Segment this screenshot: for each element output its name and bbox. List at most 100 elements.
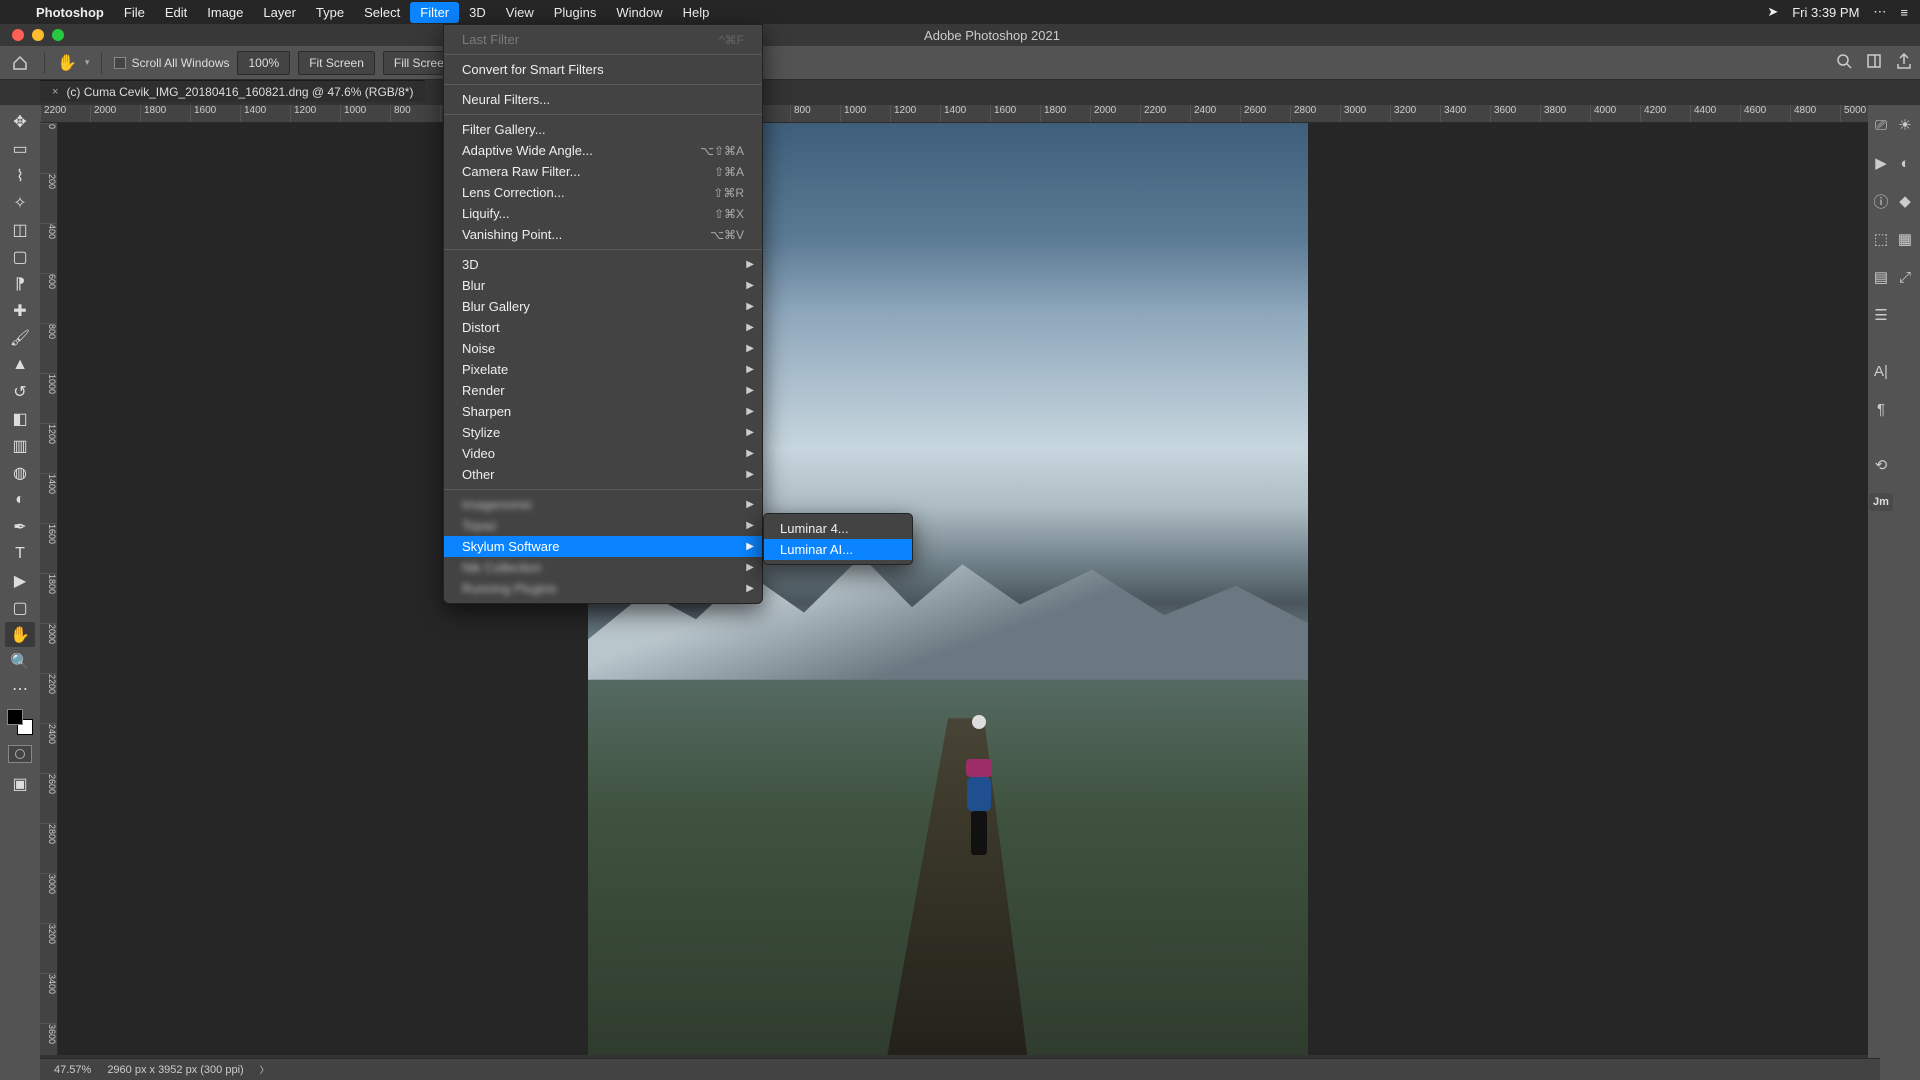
menu-image[interactable]: Image	[197, 2, 253, 23]
path-select-tool[interactable]: ▶	[5, 568, 35, 593]
menu-camera-raw-filter[interactable]: Camera Raw Filter...⇧⌘A	[444, 161, 762, 182]
paragraph-panel-icon[interactable]: ¶	[1871, 399, 1891, 419]
menu-distort-submenu[interactable]: Distort▶	[444, 317, 762, 338]
styles-panel-icon[interactable]: ◐	[1895, 153, 1915, 173]
paper-plane-icon[interactable]: ➤	[1767, 4, 1778, 20]
zoom-window-button[interactable]	[52, 29, 64, 41]
properties-panel-icon[interactable]: ▤	[1871, 267, 1891, 287]
search-icon[interactable]	[1836, 53, 1852, 72]
submenu-luminar-ai[interactable]: Luminar AI...	[764, 539, 912, 560]
menu-stylize-submenu[interactable]: Stylize▶	[444, 422, 762, 443]
menu-plugin-blurred-2[interactable]: Topaz▶	[444, 515, 762, 536]
gradient-tool[interactable]: ▥	[5, 433, 35, 458]
menu-select[interactable]: Select	[354, 2, 410, 23]
tool-preset-chevron-icon[interactable]: ▾	[85, 57, 90, 68]
menu-liquify[interactable]: Liquify...⇧⌘X	[444, 203, 762, 224]
menu-plugins[interactable]: Plugins	[544, 2, 607, 23]
menu-blur-gallery-submenu[interactable]: Blur Gallery▶	[444, 296, 762, 317]
scroll-all-windows-checkbox[interactable]: Scroll All Windows	[114, 56, 229, 70]
menu-layer[interactable]: Layer	[253, 2, 306, 23]
blur-tool[interactable]: ◍	[5, 460, 35, 485]
swatches-panel-icon[interactable]: ⬚	[1871, 229, 1891, 249]
quickmask-toggle[interactable]	[8, 745, 32, 763]
menu-list-icon[interactable]: ≡	[1900, 5, 1908, 20]
menu-filter[interactable]: Filter	[410, 2, 459, 23]
eyedropper-tool[interactable]: ⁋	[5, 271, 35, 296]
move-tool[interactable]: ✥	[5, 109, 35, 134]
menu-plugin-blurred-3[interactable]: Nik Collection▶	[444, 557, 762, 578]
share-icon[interactable]	[1896, 53, 1912, 72]
submenu-luminar-4[interactable]: Luminar 4...	[764, 518, 912, 539]
brush-tool[interactable]: 🖌	[5, 325, 35, 350]
screenmode-toggle[interactable]: ▣	[5, 771, 35, 796]
workspace-icon[interactable]	[1866, 53, 1882, 72]
menu-3d[interactable]: 3D	[459, 2, 496, 23]
layers-panel-icon[interactable]: ◆	[1895, 191, 1915, 211]
heal-tool[interactable]: ✚	[5, 298, 35, 323]
pen-tool[interactable]: ✒	[5, 514, 35, 539]
close-window-button[interactable]	[12, 29, 24, 41]
hand-tool[interactable]: ✋	[5, 622, 35, 647]
menu-plugin-blurred-1[interactable]: Imagenomic▶	[444, 494, 762, 515]
zoom-tool[interactable]: 🔍	[5, 649, 35, 674]
lasso-tool[interactable]: ⌇	[5, 163, 35, 188]
menu-skylum-software[interactable]: Skylum Software▶	[444, 536, 762, 557]
menu-render-submenu[interactable]: Render▶	[444, 380, 762, 401]
menu-file[interactable]: File	[114, 2, 155, 23]
menu-blur-submenu[interactable]: Blur▶	[444, 275, 762, 296]
histogram-panel-icon[interactable]: ⎚	[1871, 115, 1891, 135]
character-panel-icon[interactable]: A|	[1871, 361, 1891, 381]
menu-neural-filters[interactable]: Neural Filters...	[444, 89, 762, 110]
menu-other-submenu[interactable]: Other▶	[444, 464, 762, 485]
navigator-panel-icon[interactable]: ▶	[1871, 153, 1891, 173]
spotlight-icon[interactable]: ⋯	[1873, 4, 1886, 20]
stamp-tool[interactable]: ▲	[5, 352, 35, 377]
status-dimensions[interactable]: 2960 px x 3952 px (300 ppi)	[107, 1064, 243, 1076]
dodge-tool[interactable]: ◐	[5, 487, 35, 512]
edit-toolbar[interactable]: ⋯	[5, 676, 35, 701]
menu-view[interactable]: View	[496, 2, 544, 23]
document-tab[interactable]: × (c) Cuma Cevik_IMG_20180416_160821.dng…	[40, 80, 425, 102]
menu-edit[interactable]: Edit	[155, 2, 197, 23]
eraser-tool[interactable]: ◧	[5, 406, 35, 431]
menu-type[interactable]: Type	[306, 2, 354, 23]
menu-sharpen-submenu[interactable]: Sharpen▶	[444, 401, 762, 422]
menu-window[interactable]: Window	[606, 2, 672, 23]
menu-help[interactable]: Help	[673, 2, 720, 23]
marquee-tool[interactable]: ▭	[5, 136, 35, 161]
menu-noise-submenu[interactable]: Noise▶	[444, 338, 762, 359]
frame-tool[interactable]: ▢	[5, 244, 35, 269]
close-tab-icon[interactable]: ×	[52, 86, 58, 98]
menu-adaptive-wide-angle[interactable]: Adaptive Wide Angle...⌥⇧⌘A	[444, 140, 762, 161]
crop-tool[interactable]: ◫	[5, 217, 35, 242]
menu-convert-smart-filters[interactable]: Convert for Smart Filters	[444, 59, 762, 80]
status-chevron-icon[interactable]: 〉	[260, 1063, 269, 1076]
hand-tool-icon[interactable]: ✋	[57, 53, 77, 73]
type-tool[interactable]: T	[5, 541, 35, 566]
status-zoom[interactable]: 47.57%	[54, 1064, 91, 1076]
menu-plugin-blurred-4[interactable]: Running Plugins▶	[444, 578, 762, 599]
zoom-100-button[interactable]: 100%	[237, 51, 290, 75]
align-panel-icon[interactable]: ⤢	[1895, 267, 1915, 287]
menu-app[interactable]: Photoshop	[26, 2, 114, 23]
custom-panel-icon[interactable]: Jm	[1869, 493, 1893, 511]
canvas-area[interactable]	[58, 123, 1868, 1055]
shape-tool[interactable]: ▢	[5, 595, 35, 620]
vertical-ruler[interactable]: 0200400600800100012001400160018002000220…	[40, 123, 58, 1055]
actions-panel-icon[interactable]: ⟲	[1871, 455, 1891, 475]
menu-lens-correction[interactable]: Lens Correction...⇧⌘R	[444, 182, 762, 203]
minimize-window-button[interactable]	[32, 29, 44, 41]
wand-tool[interactable]: ✧	[5, 190, 35, 215]
color-swatches[interactable]	[7, 709, 33, 735]
fit-screen-button[interactable]: Fit Screen	[298, 51, 375, 75]
menu-3d-submenu[interactable]: 3D▶	[444, 254, 762, 275]
menu-video-submenu[interactable]: Video▶	[444, 443, 762, 464]
menu-vanishing-point[interactable]: Vanishing Point...⌥⌘V	[444, 224, 762, 245]
menu-filter-gallery[interactable]: Filter Gallery...	[444, 119, 762, 140]
horizontal-ruler[interactable]: 2200200018001600140012001000800600400200…	[40, 105, 1880, 123]
history-brush-tool[interactable]: ↺	[5, 379, 35, 404]
paths-panel-icon[interactable]: ▦	[1895, 229, 1915, 249]
menu-pixelate-submenu[interactable]: Pixelate▶	[444, 359, 762, 380]
home-button[interactable]	[8, 51, 32, 75]
libraries-panel-icon[interactable]: ☰	[1871, 305, 1891, 325]
